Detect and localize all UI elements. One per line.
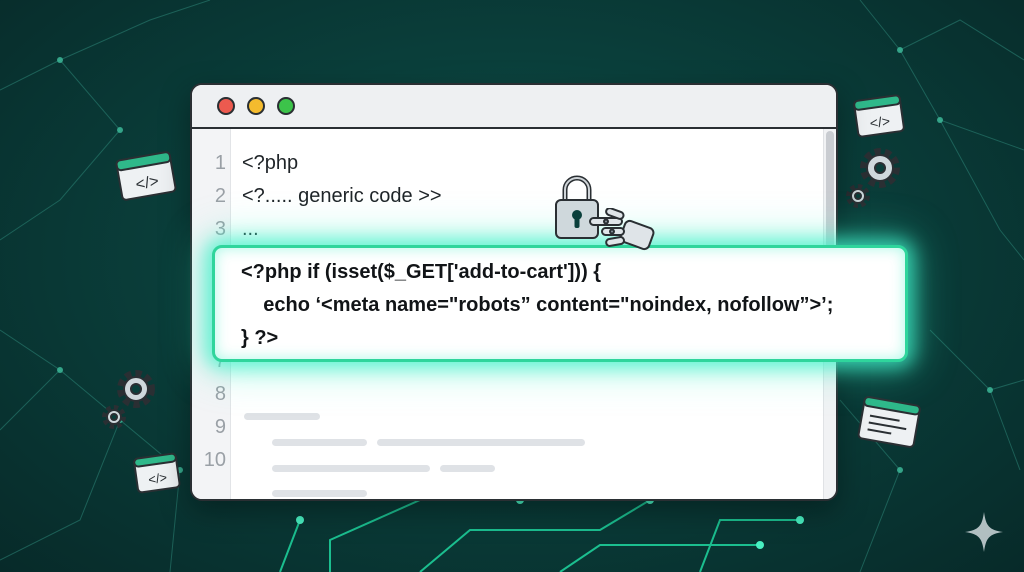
code-line: ...	[242, 218, 259, 240]
highlighted-code-line: echo ‘<meta name="robots” content="noind…	[241, 294, 834, 316]
line-number: 3	[214, 218, 226, 240]
line-number: 8	[214, 383, 226, 405]
robot-hand-icon	[589, 208, 655, 251]
line-number: 10	[203, 449, 226, 471]
placeholder-code-line	[440, 465, 495, 472]
document-lines-icon	[857, 396, 921, 448]
code-line: <?..... generic code >>	[242, 185, 442, 207]
code-tag-icon: </>	[133, 452, 181, 494]
maximize-button[interactable]	[277, 97, 295, 115]
placeholder-code-line	[272, 439, 367, 446]
gear-icon	[102, 370, 155, 429]
line-number: 2	[214, 185, 226, 207]
code-tag-text: </>	[869, 113, 891, 132]
close-button[interactable]	[217, 97, 235, 115]
placeholder-code-line	[377, 439, 585, 446]
placeholder-code-line	[244, 413, 320, 420]
highlighted-code-line: <?php if (isset($_GET['add-to-cart'])) {	[241, 261, 602, 283]
code-tag-text: </>	[147, 470, 168, 487]
sparkle-icon	[965, 512, 1003, 552]
code-tag-icon: </>	[853, 94, 905, 138]
highlighted-code-line: } ?>	[241, 327, 279, 349]
minimize-button[interactable]	[247, 97, 265, 115]
highlighted-code-block: <?php if (isset($_GET['add-to-cart'])) {…	[212, 245, 908, 362]
code-line: <?php	[242, 152, 299, 174]
placeholder-code-line	[272, 490, 367, 497]
line-number: 1	[214, 152, 226, 174]
gear-icon	[846, 148, 900, 208]
placeholder-code-line	[272, 465, 430, 472]
window-titlebar	[192, 85, 836, 129]
line-number: 9	[214, 416, 226, 438]
code-tag-icon: </>	[115, 151, 177, 201]
